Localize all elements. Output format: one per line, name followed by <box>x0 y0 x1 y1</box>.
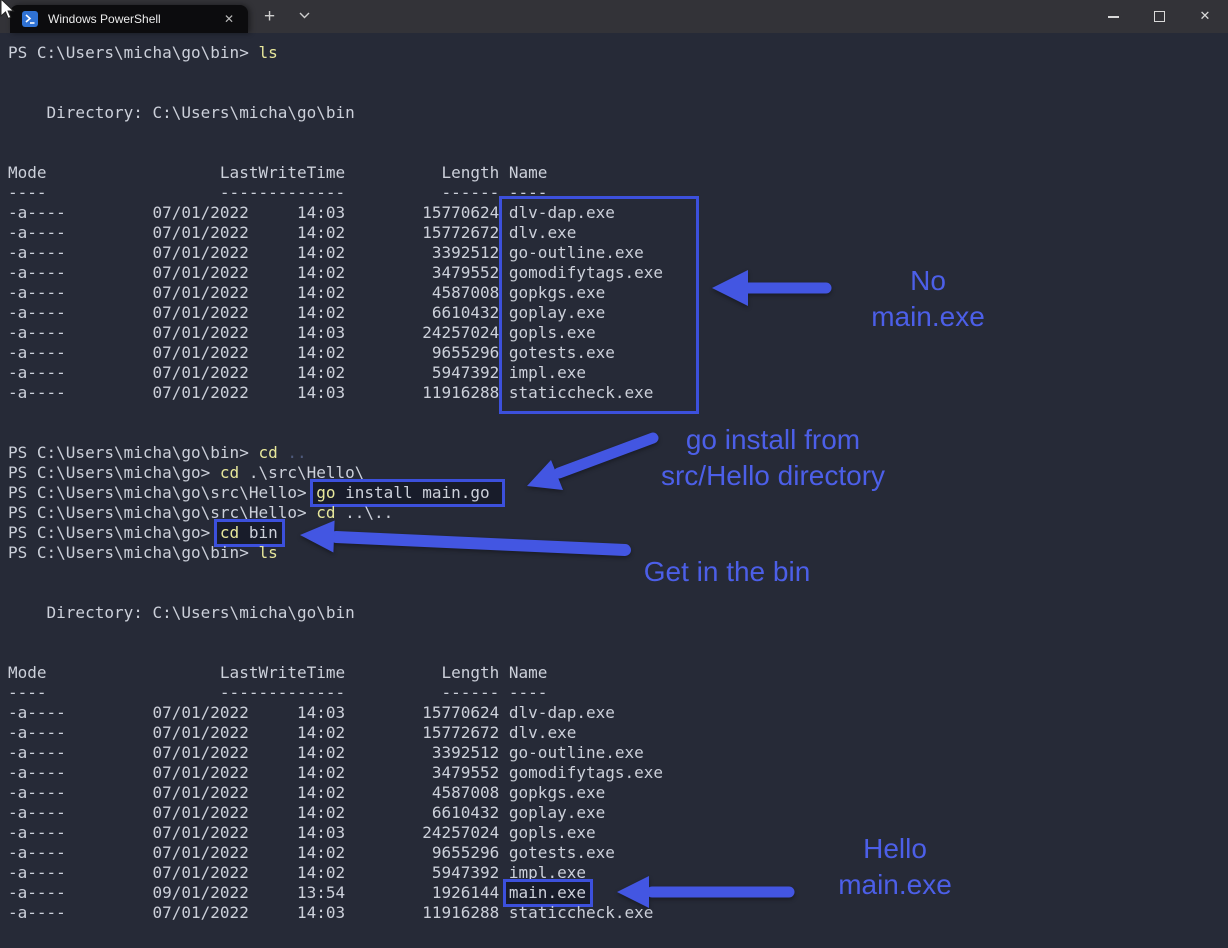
terminal-line: PS C:\Users\micha\go\bin> cd .. <box>8 443 307 462</box>
terminal-line: -a---- 07/01/2022 14:03 15770624 dlv-dap… <box>8 203 615 222</box>
new-tab-button[interactable]: + <box>264 4 275 30</box>
maximize-icon <box>1153 11 1165 22</box>
terminal-line: -a---- 07/01/2022 14:02 6610432 goplay.e… <box>8 803 606 822</box>
chevron-down-icon <box>299 12 310 19</box>
terminal-line: PS C:\Users\micha\go\src\Hello> cd ..\.. <box>8 503 394 522</box>
terminal-line: -a---- 07/01/2022 14:02 15772672 dlv.exe <box>8 723 577 742</box>
terminal-line: -a---- 07/01/2022 14:02 3479552 gomodify… <box>8 263 664 282</box>
terminal-line: -a---- 07/01/2022 14:03 24257024 gopls.e… <box>8 323 596 342</box>
terminal-line: Directory: C:\Users\micha\go\bin <box>8 603 355 622</box>
terminal-line: -a---- 07/01/2022 14:02 9655296 gotests.… <box>8 343 615 362</box>
terminal-line: -a---- 09/01/2022 13:54 1926144 main.exe <box>8 879 1228 907</box>
terminal-screen[interactable]: PS C:\Users\micha\go\bin> ls Directory: … <box>0 33 1228 948</box>
terminal-line: -a---- 07/01/2022 14:02 6610432 goplay.e… <box>8 303 606 322</box>
terminal-line: -a---- 07/01/2022 14:03 11916288 staticc… <box>8 903 654 922</box>
terminal-line: Mode LastWriteTime Length Name <box>8 163 548 182</box>
terminal-line: -a---- 07/01/2022 14:02 3392512 go-outli… <box>8 243 644 262</box>
tab-title: Windows PowerShell <box>48 12 161 26</box>
terminal-line: PS C:\Users\micha\go\src\Hello> go insta… <box>8 479 1228 507</box>
terminal-line: -a---- 07/01/2022 14:03 24257024 gopls.e… <box>8 823 596 842</box>
window-controls: ✕ <box>1090 0 1228 33</box>
terminal-line: PS C:\Users\micha\go\bin> ls <box>8 543 278 562</box>
tab-windows-powershell[interactable]: Windows PowerShell ✕ <box>10 5 248 33</box>
maximize-button[interactable] <box>1136 0 1182 33</box>
terminal-line: Directory: C:\Users\micha\go\bin <box>8 103 355 122</box>
terminal-line: ---- ------------- ------ ---- <box>8 683 548 702</box>
terminal-line: -a---- 07/01/2022 14:02 4587008 gopkgs.e… <box>8 283 606 302</box>
terminal-line: -a---- 07/01/2022 14:02 3479552 gomodify… <box>8 763 664 782</box>
tab-dropdown-button[interactable] <box>299 4 310 23</box>
minimize-icon <box>1107 15 1119 18</box>
titlebar: Windows PowerShell ✕ + ✕ <box>0 0 1228 33</box>
terminal-line: -a---- 07/01/2022 14:02 5947392 impl.exe <box>8 863 586 882</box>
close-button[interactable]: ✕ <box>1182 0 1228 33</box>
terminal-window: Windows PowerShell ✕ + ✕ PS C:\Users\mic… <box>0 0 1228 948</box>
mouse-cursor <box>0 0 15 20</box>
terminal-line: PS C:\Users\micha\go\bin> ls <box>8 43 278 62</box>
terminal-line: -a---- 07/01/2022 14:03 11916288 staticc… <box>8 383 654 402</box>
terminal-line: -a---- 07/01/2022 14:02 5947392 impl.exe <box>8 363 586 382</box>
terminal-line: Mode LastWriteTime Length Name <box>8 663 548 682</box>
terminal-line: -a---- 07/01/2022 14:03 15770624 dlv-dap… <box>8 703 615 722</box>
tab-close-icon[interactable]: ✕ <box>216 12 242 26</box>
terminal-line: PS C:\Users\micha\go> cd .\src\Hello\ <box>8 463 365 482</box>
terminal-line: ---- ------------- ------ ---- <box>8 183 548 202</box>
minimize-button[interactable] <box>1090 0 1136 33</box>
terminal-line: -a---- 07/01/2022 14:02 9655296 gotests.… <box>8 843 615 862</box>
terminal-line: PS C:\Users\micha\go> cd bin <box>8 519 1228 547</box>
powershell-icon <box>22 11 38 27</box>
terminal-line: -a---- 07/01/2022 14:02 4587008 gopkgs.e… <box>8 783 606 802</box>
terminal-line: -a---- 07/01/2022 14:02 3392512 go-outli… <box>8 743 644 762</box>
close-icon: ✕ <box>1199 9 1211 24</box>
terminal-line: -a---- 07/01/2022 14:02 15772672 dlv.exe <box>8 223 577 242</box>
